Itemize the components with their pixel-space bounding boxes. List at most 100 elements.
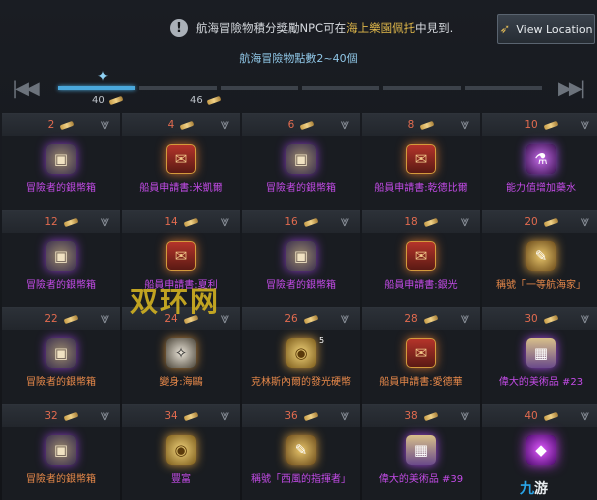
reward-points: 32 [44,410,58,422]
claim-chevron-icon: ⩔ [460,115,470,133]
npc-notice: ! 航海冒險物積分獎勵NPC可在 海上樂園佩托 中見到. [170,16,453,40]
reward-cell[interactable]: 24 ⩔ ✧ 變身:海鷗 [122,307,240,404]
chest-icon[interactable]: ▣ [46,241,76,271]
chest-icon[interactable]: ▣ [46,144,76,174]
reward-cell[interactable]: 36 ⩔ ✎ 稱號「西風的指揮者」 [242,404,360,500]
reward-name: 冒險者的銀幣箱 [266,280,336,291]
seagull-icon[interactable]: ✧ [166,338,196,368]
progress-segment [139,86,217,90]
reward-points: 40 [524,410,538,422]
claim-chevron-icon: ⩔ [340,406,350,424]
claim-chevron-icon: ⩔ [580,309,590,327]
reward-name: 偉大的美術品 #39 [378,474,464,485]
crew-card-icon[interactable]: ✉ [166,241,196,271]
scroll-icon [543,314,559,324]
reward-cell[interactable]: 38 ⩔ ▦ 偉大的美術品 #39 [362,404,480,500]
reward-cell[interactable]: 16 ⩔ ▣ 冒險者的銀幣箱 [242,210,360,307]
reward-cell[interactable]: 12 ⩔ ▣ 冒險者的銀幣箱 [2,210,120,307]
reward-cell[interactable]: 2 ⩔ ▣ 冒險者的銀幣箱 [2,113,120,210]
reward-cell[interactable]: 26 ⩔ ◉ 5 克林斯內爾的發光硬幣 [242,307,360,404]
reward-grid: 2 ⩔ ▣ 冒險者的銀幣箱 4 ⩔ ✉ 船員申請書:米凱爾 6 ⩔ ▣ 冒險者的銀幣箱 8 ⩔ ✉ 船員申請書… [2,113,597,500]
reward-cell[interactable]: 30 ⩔ ▦ 偉大的美術品 #23 [482,307,597,404]
prev-page-button[interactable]: |◀◀ [12,78,40,99]
notice-prefix: 航海冒險物積分獎勵NPC可在 [196,21,347,35]
scroll-icon [63,217,79,227]
progress-marker-1: 40 [92,95,124,106]
artwork-icon[interactable]: ▦ [406,435,436,465]
claim-chevron-icon: ⩔ [580,115,590,133]
reward-cell[interactable]: 34 ⩔ ◉ 豐富 [122,404,240,500]
scroll-icon [63,411,79,421]
chest-icon[interactable]: ▣ [286,144,316,174]
progress-bar [58,86,542,90]
reward-cell[interactable]: 32 ⩔ ▣ 冒險者的銀幣箱 [2,404,120,500]
chest-icon[interactable]: ▣ [46,338,76,368]
reward-cell[interactable]: 28 ⩔ ✉ 船員申請書:愛德華 [362,307,480,404]
view-location-button[interactable]: ➶ View Location [497,14,595,44]
progress-marker-value: 40 [92,95,105,106]
reward-name: 船員申請書:愛德華 [379,377,463,388]
claim-chevron-icon: ⩔ [220,115,230,133]
reward-points: 8 [407,119,415,131]
reward-cell[interactable]: 4 ⩔ ✉ 船員申請書:米凱爾 [122,113,240,210]
scroll-icon [206,95,222,106]
claim-chevron-icon: ⩔ [340,309,350,327]
reward-points: 14 [164,216,178,228]
crew-card-icon[interactable]: ✉ [406,338,436,368]
progress-marker-value: 46 [190,95,203,106]
reward-points: 30 [524,313,538,325]
reward-points: 2 [47,119,55,131]
claim-chevron-icon: ⩔ [100,309,110,327]
chest-icon[interactable]: ▣ [46,435,76,465]
reward-cell[interactable]: 10 ⩔ ⚗ 能力值增加藥水 [482,113,597,210]
reward-name: 稱號「西風的指揮者」 [251,474,351,485]
claim-chevron-icon: ⩔ [580,406,590,424]
scroll-icon [419,120,435,130]
progress-marker-2: 46 [190,95,222,106]
reward-name: 冒險者的銀幣箱 [266,183,336,194]
scroll-icon [63,314,79,324]
progress-segment [301,86,380,90]
current-progress-marker-icon: ✦ [97,69,109,85]
scroll-icon [183,411,199,421]
watermark-text: 双环网 [130,285,221,318]
crew-card-icon[interactable]: ✉ [406,144,436,174]
reward-points: 22 [44,313,58,325]
next-page-button[interactable]: ▶▶| [558,78,586,99]
reward-points: 10 [524,119,538,131]
coin-icon[interactable]: ◉ [286,338,316,368]
title-scroll-icon[interactable]: ✎ [526,241,556,271]
reward-cell[interactable]: 18 ⩔ ✉ 船員申請書:銀光 [362,210,480,307]
coin-icon[interactable]: ◉ [166,435,196,465]
chest-icon[interactable]: ▣ [286,241,316,271]
crew-card-icon[interactable]: ✉ [166,144,196,174]
reward-cell[interactable]: 20 ⩔ ✎ 稱號「一等航海家」 [482,210,597,307]
gem-icon[interactable]: ◆ [526,435,556,465]
scroll-icon [183,217,199,227]
claim-chevron-icon: ⩔ [460,309,470,327]
title-scroll-icon[interactable]: ✎ [286,435,316,465]
reward-name: 船員申請書:乾德比爾 [374,183,468,194]
reward-cell[interactable]: 8 ⩔ ✉ 船員申請書:乾德比爾 [362,113,480,210]
reward-points: 16 [284,216,298,228]
voyage-rewards-panel: ! 航海冒險物積分獎勵NPC可在 海上樂園佩托 中見到. ➶ View Loca… [0,0,597,500]
reward-cell[interactable]: 22 ⩔ ▣ 冒險者的銀幣箱 [2,307,120,404]
scroll-icon [423,411,439,421]
reward-name: 稱號「一等航海家」 [496,280,586,291]
potion-icon[interactable]: ⚗ [526,144,556,174]
reward-cell[interactable]: 6 ⩔ ▣ 冒險者的銀幣箱 [242,113,360,210]
warning-icon: ! [170,19,188,37]
claim-chevron-icon: ⩔ [100,115,110,133]
crew-card-icon[interactable]: ✉ [406,241,436,271]
scroll-icon [303,217,319,227]
scroll-icon [299,120,315,130]
notice-npc-link[interactable]: 海上樂園佩托 [346,20,415,36]
reward-points: 18 [404,216,418,228]
reward-name: 冒險者的銀幣箱 [26,183,96,194]
scroll-icon [59,120,75,130]
reward-points: 28 [404,313,418,325]
claim-chevron-icon: ⩔ [220,212,230,230]
reward-points: 6 [287,119,295,131]
artwork-icon[interactable]: ▦ [526,338,556,368]
scroll-icon [179,120,195,130]
